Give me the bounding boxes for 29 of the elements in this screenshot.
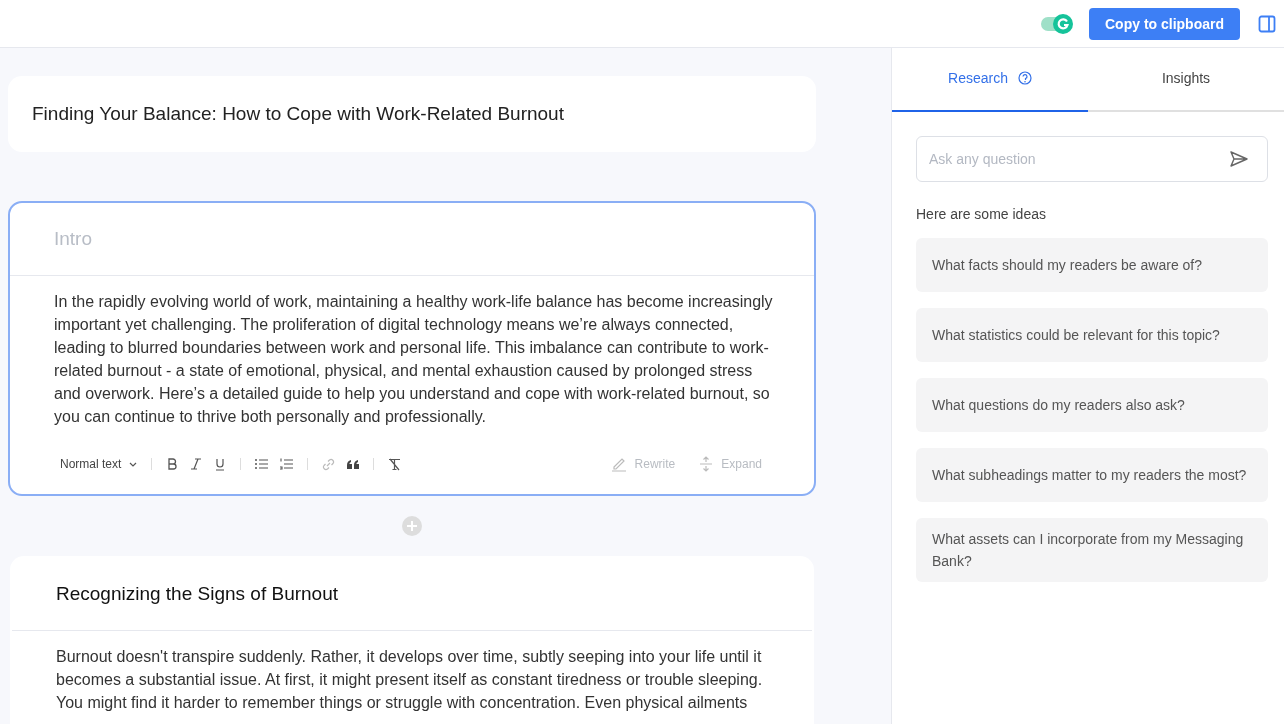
bullet-list-icon[interactable]: [255, 458, 269, 470]
send-icon[interactable]: [1230, 151, 1248, 167]
sidebar-toggle-icon[interactable]: [1258, 14, 1276, 33]
document-title[interactable]: Finding Your Balance: How to Cope with Work-Related Burnout: [32, 103, 564, 125]
expand-arrows-icon: [699, 456, 714, 472]
underline-icon[interactable]: [214, 457, 227, 471]
quote-icon[interactable]: [347, 459, 360, 469]
suggestion-item[interactable]: What facts should my readers be aware of?: [916, 238, 1268, 292]
toggle-switch[interactable]: [1041, 16, 1071, 31]
suggestion-item[interactable]: What statistics could be relevant for this topic?: [916, 308, 1268, 362]
suggestion-item[interactable]: What subheadings matter to my readers the most?: [916, 448, 1268, 502]
italic-icon[interactable]: [190, 457, 203, 471]
help-icon: [1017, 70, 1032, 85]
copy-button[interactable]: Copy to clipboard: [1089, 7, 1240, 40]
ideas-label: Here are some ideas: [916, 206, 1047, 222]
section-text[interactable]: Burnout doesn't transpire suddenly. Rather, it develops over time, subtly seeping into your life until it becomes a substantial issue. At first, it might present itself as constant tiredness or trouble sleeping. You might find it harder to remember things or struggle with concentration. Even physical ailments: [56, 645, 772, 714]
panel-tab[interactable]: Research: [892, 48, 1088, 112]
text-style-dropdown[interactable]: Normal text: [60, 457, 138, 471]
pencil-icon: [610, 456, 627, 472]
panel-tab[interactable]: Insights: [1088, 48, 1284, 112]
suggestion-item[interactable]: What questions do my readers also ask?: [916, 378, 1268, 432]
section-text[interactable]: In the rapidly evolving world of work, maintaining a healthy work-life balance has become increasingly important yet challenging. The proliferation of digital technology means we’re always connected, leading to blurred boundaries between work and personal life. This imbalance can contribute to work-related burnout - a state of emotional, physical, and mental exhaustion caused by prolonged stress and overwork. Here’s a detailed guide to help you understand and cope with work-related burnout, so you can continue to thrive both personally and professionally.: [54, 290, 774, 428]
chevron-down-icon: [129, 461, 138, 467]
section-heading[interactable]: Recognizing the Signs of Burnout: [56, 583, 338, 605]
bold-icon[interactable]: [166, 457, 179, 471]
numbered-list-icon[interactable]: [280, 458, 294, 470]
suggestion-item[interactable]: What assets can I incorporate from my Messaging Bank?: [916, 518, 1268, 582]
clear-format-icon[interactable]: [388, 457, 402, 471]
question-field[interactable]: Ask any question: [916, 136, 1268, 182]
